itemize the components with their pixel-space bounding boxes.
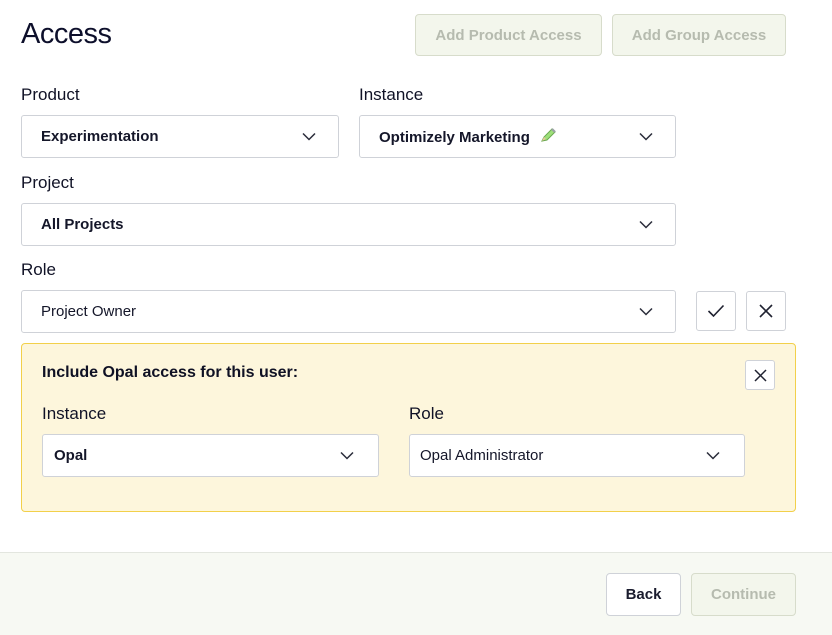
opal-instance-select[interactable]: Opal: [42, 434, 379, 477]
chevron-down-icon: [639, 132, 653, 141]
project-select-value: All Projects: [41, 216, 124, 233]
instance-label: Instance: [359, 85, 424, 104]
chevron-down-icon: [639, 307, 653, 316]
check-icon: [707, 304, 725, 318]
project-select[interactable]: All Projects: [21, 203, 676, 246]
opal-close-button[interactable]: [745, 360, 775, 390]
back-button[interactable]: Back: [606, 573, 681, 616]
add-product-access-button[interactable]: Add Product Access: [415, 14, 602, 56]
opal-role-select[interactable]: Opal Administrator: [409, 434, 745, 477]
close-icon: [753, 368, 767, 382]
chevron-down-icon: [706, 451, 720, 460]
remove-button[interactable]: [746, 291, 786, 331]
opal-instance-select-value: Opal: [54, 447, 88, 464]
chevron-down-icon: [302, 132, 316, 141]
close-icon: [759, 304, 773, 318]
role-select-value: Project Owner: [41, 303, 137, 320]
chevron-down-icon: [639, 220, 653, 229]
opal-role-select-value: Opal Administrator: [420, 447, 544, 464]
pencil-icon: [541, 128, 556, 142]
opal-role-label: Role: [409, 404, 444, 423]
instance-select-value: Optimizely Marketing: [379, 129, 530, 146]
confirm-button[interactable]: [696, 291, 736, 331]
project-label: Project: [21, 173, 74, 192]
role-select[interactable]: Project Owner: [21, 290, 676, 333]
opal-access-title: Include Opal access for this user:: [42, 364, 299, 381]
add-group-access-button[interactable]: Add Group Access: [612, 14, 786, 56]
page-title: Access: [21, 18, 112, 50]
instance-select-value-wrap: Optimizely Marketing: [379, 127, 557, 146]
product-label: Product: [21, 85, 80, 104]
role-label: Role: [21, 260, 56, 279]
opal-instance-label: Instance: [42, 404, 107, 423]
instance-select[interactable]: Optimizely Marketing: [359, 115, 676, 158]
product-select-value: Experimentation: [41, 128, 159, 145]
continue-button[interactable]: Continue: [691, 573, 796, 616]
chevron-down-icon: [340, 451, 354, 460]
access-page: Access Add Product Access Add Group Acce…: [0, 0, 832, 635]
opal-access-panel: Include Opal access for this user: Insta…: [21, 343, 796, 512]
product-select[interactable]: Experimentation: [21, 115, 339, 158]
